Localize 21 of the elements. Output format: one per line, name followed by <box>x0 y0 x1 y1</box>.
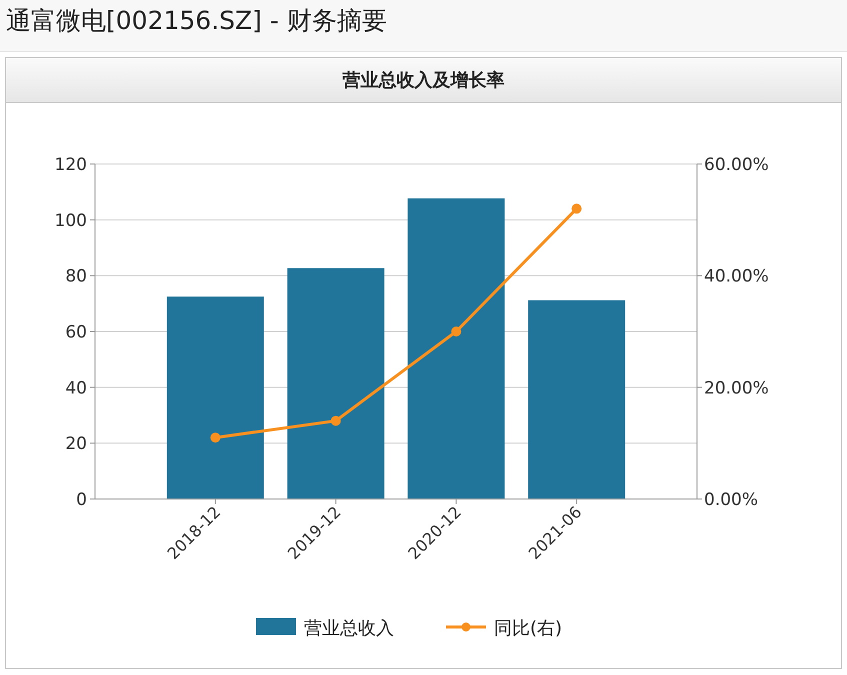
page-title: 通富微电[002156.SZ] - 财务摘要 <box>0 0 847 52</box>
axis-label: 60 <box>65 322 87 342</box>
data-point <box>572 204 582 214</box>
data-point <box>451 326 462 336</box>
axis-label: 20 <box>65 434 87 454</box>
legend-swatch <box>256 618 296 635</box>
axis-label: 60.00% <box>704 155 769 175</box>
legend-label: 同比(右) <box>494 618 562 639</box>
axis-label: 100 <box>54 210 87 231</box>
axis-label: 0.00% <box>704 490 758 510</box>
axis-label: 80 <box>65 266 87 287</box>
data-point <box>210 432 220 443</box>
legend-swatch <box>446 622 486 632</box>
legend-label: 营业总收入 <box>304 618 394 639</box>
data-point <box>330 416 341 426</box>
axis-label: 40.00% <box>704 266 769 287</box>
chart-title: 营业总收入及增长率 <box>6 58 841 103</box>
axis-label: 120 <box>54 155 87 175</box>
axis-label: 20.00% <box>704 378 769 398</box>
axis-label: 0 <box>76 490 87 510</box>
axis-label: 40 <box>65 378 87 398</box>
